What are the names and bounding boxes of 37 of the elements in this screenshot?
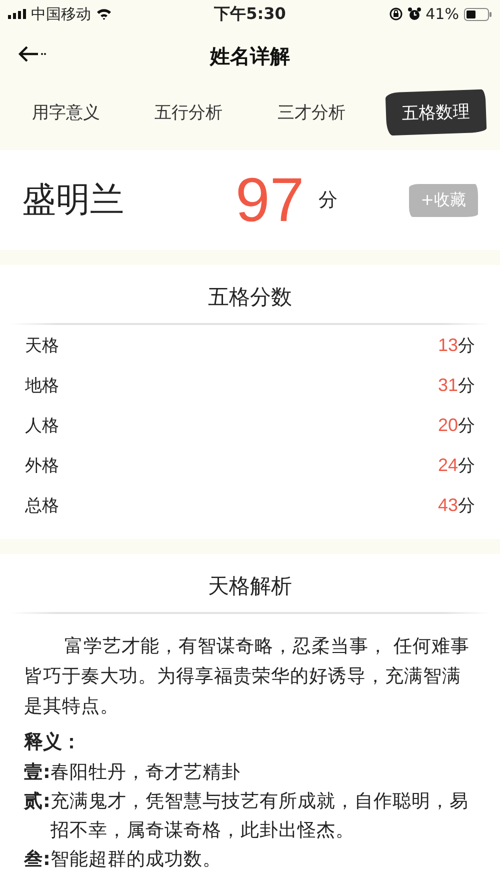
- grid-score: 31分: [438, 374, 475, 396]
- tab[interactable]: 用字意义: [18, 92, 114, 132]
- definition-label: 贰:: [24, 790, 50, 814]
- grid-score: 20分: [438, 414, 475, 436]
- grid-score: 13分: [438, 334, 475, 356]
- battery-icon: [464, 8, 492, 20]
- score-unit: 分: [318, 188, 338, 213]
- grid-score: 24分: [438, 454, 475, 476]
- tab[interactable]: 五行分析: [140, 92, 237, 132]
- grid-label: 外格: [25, 454, 59, 476]
- analysis-paragraph: 富学艺才能，有智谋奇略，忍柔当事， 任何难事皆巧于奏大功。为得享福贵荣华的好诱导，充满智满是其特点。: [24, 635, 471, 719]
- definition-label: 叁:: [24, 848, 50, 872]
- tab[interactable]: 五格数理: [385, 88, 487, 136]
- definition-label: 壹:: [24, 761, 50, 785]
- grid-label: 天格: [25, 334, 59, 356]
- grid-label: 地格: [25, 374, 59, 396]
- signal-icon: [8, 9, 26, 19]
- back-button[interactable]: [18, 45, 48, 63]
- definition-heading: 释义：: [24, 730, 82, 755]
- page-title: 姓名详解: [210, 42, 290, 70]
- grid-label: 人格: [25, 414, 59, 436]
- section-title: 五格分数: [207, 284, 293, 311]
- definition-text: 智能超群的成功数。: [50, 848, 222, 872]
- alarm-icon: [408, 7, 421, 21]
- name-text: 盛明兰: [22, 179, 124, 222]
- carrier-name: 中国移动: [31, 4, 91, 24]
- wifi-icon: [96, 8, 112, 20]
- battery-percent: 41%: [426, 5, 459, 23]
- grid-label: 总格: [25, 494, 59, 516]
- grid-score: 43分: [438, 494, 475, 516]
- score-value: 97: [235, 164, 304, 236]
- rotation-lock-icon: [388, 7, 403, 21]
- definition-text: 充满鬼才，凭智慧与技艺有所成就，自作聪明，易招不幸，属奇谋奇格，此卦出怪杰。: [50, 790, 470, 843]
- definition-text: 春阳牡丹，奇才艺精卦: [50, 761, 242, 785]
- section-title: 天格解析: [207, 573, 293, 600]
- status-time: 下午5:30: [214, 4, 286, 24]
- tab[interactable]: 三才分析: [263, 92, 360, 132]
